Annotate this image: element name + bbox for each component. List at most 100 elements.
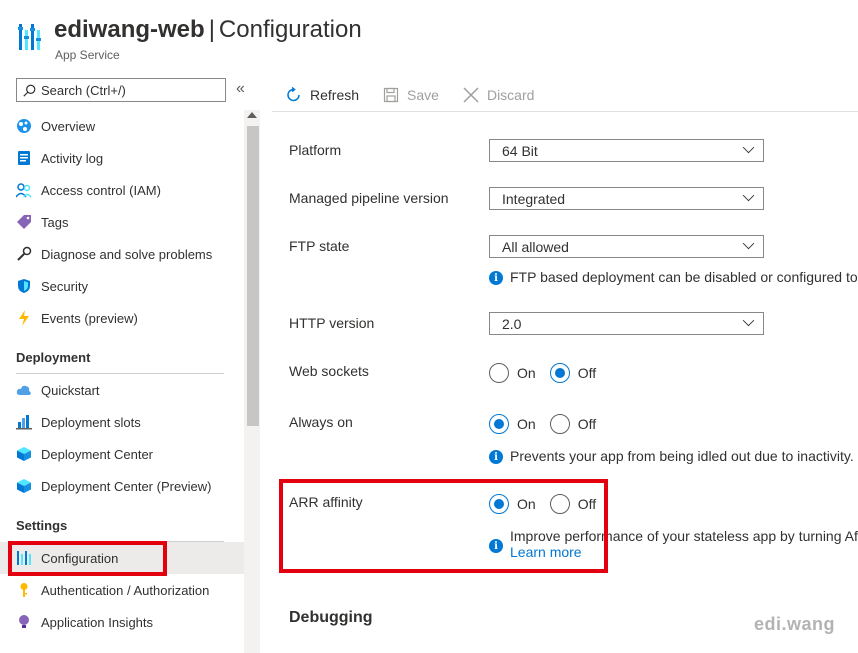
refresh-button[interactable]: Refresh: [286, 86, 360, 103]
radio-label: On: [517, 416, 536, 432]
collapse-sidebar-icon[interactable]: «: [236, 80, 245, 98]
wrench-icon: [16, 246, 32, 262]
ftp-label: FTP state: [289, 238, 350, 254]
debugging-section-title: Debugging: [289, 609, 373, 626]
ftp-select[interactable]: All allowed: [489, 235, 764, 258]
sidebar-item-authentication[interactable]: Authentication / Authorization: [0, 574, 244, 606]
resource-name: ediwang-web: [54, 16, 205, 43]
sidebar-item-label: Application Insights: [41, 614, 154, 630]
http-version-value: 2.0: [502, 315, 522, 332]
sidebar-item-deployment-slots[interactable]: Deployment slots: [0, 406, 244, 438]
http-version-label: HTTP version: [289, 315, 375, 331]
sidebar-item-quickstart[interactable]: Quickstart: [0, 374, 244, 406]
watermark: edi.wang: [754, 614, 836, 634]
blade-title: Configuration: [218, 16, 362, 43]
shield-icon: [16, 278, 32, 294]
sidebar-item-events[interactable]: Events (preview): [0, 302, 244, 334]
resource-type: App Service: [55, 48, 120, 62]
section-settings: Settings: [16, 518, 68, 533]
ftp-info-text: FTP based deployment can be disabled or …: [510, 269, 858, 285]
sidebar-item-label: Quickstart: [41, 382, 100, 398]
chevron-down-icon: [742, 237, 755, 250]
save-icon: [383, 87, 399, 102]
sidebar-item-label: Diagnose and solve problems: [41, 246, 213, 262]
always-on-label: Always on: [289, 414, 353, 430]
sidebar-item-label: Activity log: [41, 150, 104, 166]
always-on-info-text: Prevents your app from being idled out d…: [510, 448, 854, 464]
sidebar-item-label: Authentication / Authorization: [41, 582, 210, 598]
key-icon: [16, 582, 32, 598]
sidebar-item-deployment-center-preview[interactable]: Deployment Center (Preview): [0, 470, 244, 502]
section-deployment: Deployment: [16, 350, 91, 365]
http-version-select[interactable]: 2.0: [489, 312, 764, 335]
info-icon: i: [489, 271, 503, 285]
blade-header: ediwang-web | Configuration App Service: [0, 0, 858, 72]
overview-icon: [16, 118, 32, 134]
platform-select[interactable]: 64 Bit: [489, 139, 764, 162]
websockets-on-radio[interactable]: [489, 363, 509, 383]
sidebar-item-label: Access control (IAM): [41, 182, 161, 198]
sidebar-item-overview[interactable]: Overview: [0, 110, 244, 142]
refresh-label: Refresh: [310, 86, 360, 103]
app-service-config-icon: [18, 24, 41, 50]
pipeline-value: Integrated: [502, 190, 566, 207]
chart-icon: [16, 414, 32, 430]
discard-button[interactable]: Discard: [463, 87, 534, 103]
chevron-down-icon: [742, 141, 755, 154]
save-label: Save: [407, 86, 439, 103]
discard-label: Discard: [486, 86, 535, 103]
radio-label: On: [517, 365, 536, 381]
always-on-on-radio[interactable]: [489, 414, 509, 434]
close-icon: [463, 86, 479, 103]
platform-value: 64 Bit: [502, 142, 538, 159]
platform-label: Platform: [289, 142, 342, 158]
refresh-icon: [287, 86, 300, 101]
sidebar-scrollbar[interactable]: [244, 110, 260, 653]
ftp-info: i FTP based deployment can be disabled o…: [489, 269, 858, 285]
sidebar-item-tags[interactable]: Tags: [0, 206, 244, 238]
radio-label: Off: [577, 416, 597, 432]
sidebar-item-app-insights[interactable]: Application Insights: [0, 606, 244, 638]
sidebar-item-label: Deployment Center (Preview): [41, 478, 212, 494]
pipeline-select[interactable]: Integrated: [489, 187, 764, 210]
activity-log-icon: [16, 150, 32, 166]
chevron-down-icon: [742, 189, 755, 202]
lightbulb-icon: [16, 614, 32, 630]
ftp-value: All allowed: [502, 238, 569, 255]
sidebar-item-iam[interactable]: Access control (IAM): [0, 174, 244, 206]
page-title: ediwang-web | Configuration: [54, 16, 362, 44]
sidebar-item-label: Deployment slots: [41, 414, 141, 430]
websockets-label: Web sockets: [289, 363, 369, 379]
title-separator: |: [208, 16, 215, 43]
scrollbar-thumb[interactable]: [247, 126, 259, 426]
sidebar-item-activity-log[interactable]: Activity log: [0, 142, 244, 174]
sidebar-item-label: Tags: [41, 214, 69, 230]
cube-icon: [16, 478, 32, 494]
lightning-icon: [16, 310, 32, 326]
chevron-down-icon: [742, 314, 755, 327]
sidebar-item-label: Events (preview): [41, 310, 138, 326]
sidebar-item-label: Overview: [41, 118, 96, 134]
always-on-radio-group: On Off: [489, 414, 610, 434]
search-input[interactable]: Search (Ctrl+/): [16, 78, 226, 102]
always-on-info: i Prevents your app from being idled out…: [489, 448, 854, 464]
command-bar: Refresh Save Discard: [272, 78, 858, 112]
pipeline-label: Managed pipeline version: [289, 190, 449, 206]
always-on-off-radio[interactable]: [549, 414, 570, 434]
sidebar-item-deployment-center[interactable]: Deployment Center: [0, 438, 244, 470]
save-button[interactable]: Save: [383, 87, 439, 103]
sidebar-item-label: Security: [41, 278, 88, 294]
search-placeholder: Search (Ctrl+/): [41, 82, 126, 98]
websockets-off-radio[interactable]: [549, 363, 570, 383]
sidebar-item-diagnose[interactable]: Diagnose and solve problems: [0, 238, 244, 270]
iam-icon: [16, 182, 32, 198]
info-icon: i: [489, 450, 503, 464]
tag-icon: [16, 214, 32, 230]
search-icon: [23, 84, 36, 97]
scroll-up-icon[interactable]: [247, 112, 257, 118]
websockets-radio-group: On Off: [489, 363, 610, 383]
sidebar-item-security[interactable]: Security: [0, 270, 244, 302]
radio-label: Off: [577, 365, 597, 381]
highlight-box: [279, 479, 608, 573]
cube-icon: [16, 446, 32, 462]
